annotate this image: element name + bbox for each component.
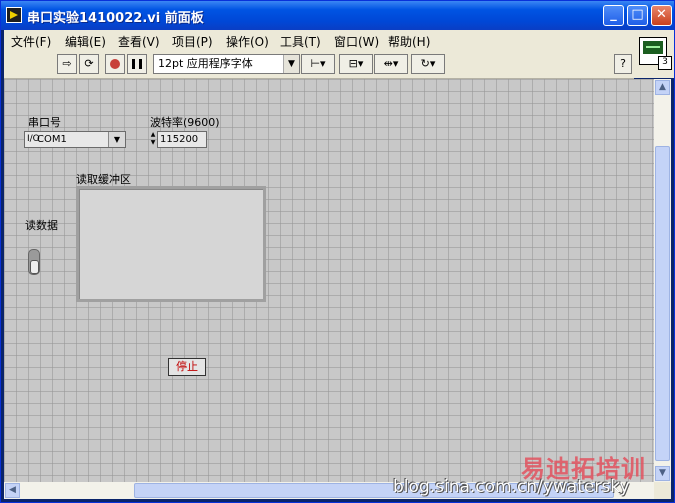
chevron-down-icon[interactable]: ▼: [283, 55, 299, 73]
vertical-scrollbar[interactable]: ▲ ▼: [654, 79, 671, 482]
connector-pane-number: 3: [658, 56, 672, 70]
distribute-objects-icon[interactable]: ⊟▾: [339, 54, 373, 74]
font-selector[interactable]: 12pt 应用程序字体 ▼: [153, 54, 300, 74]
font-selector-value: 12pt 应用程序字体: [158, 57, 253, 70]
baud-numeric-control[interactable]: ▲ ▼ 115200: [149, 131, 207, 148]
read-data-toggle[interactable]: [28, 249, 40, 275]
oscilloscope-icon: [643, 41, 663, 54]
window-title: 串口实验1410022.vi 前面板: [27, 11, 204, 26]
maximize-button[interactable]: □: [627, 5, 648, 26]
menu-file[interactable]: 文件(F): [11, 33, 51, 50]
run-continuously-icon[interactable]: ⟳: [79, 54, 99, 74]
menu-view[interactable]: 查看(V): [118, 33, 160, 50]
scrollbar-corner: [654, 482, 671, 499]
menu-help[interactable]: 帮助(H): [388, 33, 430, 50]
title-bar[interactable]: 串口实验1410022.vi 前面板 _ □ ✕: [1, 1, 674, 30]
close-button[interactable]: ✕: [651, 5, 672, 26]
minimize-button[interactable]: _: [603, 5, 624, 26]
run-arrow-icon[interactable]: ⇨: [57, 54, 77, 74]
scroll-down-icon[interactable]: ▼: [655, 466, 670, 481]
toggle-knob: [30, 260, 39, 274]
watermark-url: blog.sina.com.cn/ywatersky: [393, 477, 630, 497]
chevron-down-icon[interactable]: ▼: [108, 132, 125, 147]
scroll-up-icon[interactable]: ▲: [655, 80, 670, 95]
menu-project[interactable]: 项目(P): [172, 33, 213, 50]
menu-bar: 文件(F) 编辑(E) 查看(V) 项目(P) 操作(O) 工具(T) 窗口(W…: [4, 30, 634, 50]
pause-icon[interactable]: [127, 54, 147, 74]
labview-app-icon[interactable]: [6, 7, 22, 23]
reorder-icon[interactable]: ↻▾: [411, 54, 445, 74]
menu-window[interactable]: 窗口(W): [334, 33, 379, 50]
read-data-label: 读数据: [25, 219, 58, 232]
vi-icon-area: 3: [634, 30, 674, 78]
increment-decrement-icon[interactable]: ▲ ▼: [149, 131, 157, 148]
port-value: COM1: [37, 134, 67, 145]
toolbar: ⇨ ⟳ 12pt 应用程序字体 ▼ ⊢▾ ⊟▾ ⇹▾ ↻▾ ?: [4, 50, 634, 79]
buffer-label: 读取缓冲区: [76, 173, 131, 186]
baud-value[interactable]: 115200: [157, 131, 207, 148]
baud-label: 波特率(9600): [150, 116, 220, 129]
labview-front-panel-window: 串口实验1410022.vi 前面板 _ □ ✕ 文件(F) 编辑(E) 查看(…: [0, 0, 675, 503]
read-buffer-indicator[interactable]: [76, 186, 266, 302]
port-label: 串口号: [28, 116, 61, 129]
port-ring-control[interactable]: I/O COM1 ▼: [24, 131, 126, 148]
stop-button[interactable]: 停止: [168, 358, 206, 376]
abort-icon[interactable]: [105, 54, 125, 74]
vertical-scroll-thumb[interactable]: [655, 146, 670, 461]
align-objects-icon[interactable]: ⊢▾: [301, 54, 335, 74]
scroll-left-icon[interactable]: ◀: [5, 483, 20, 498]
resize-objects-icon[interactable]: ⇹▾: [374, 54, 408, 74]
menu-operate[interactable]: 操作(O): [226, 33, 269, 50]
menu-edit[interactable]: 编辑(E): [65, 33, 106, 50]
menu-tools[interactable]: 工具(T): [280, 33, 321, 50]
help-button[interactable]: ?: [614, 54, 632, 74]
